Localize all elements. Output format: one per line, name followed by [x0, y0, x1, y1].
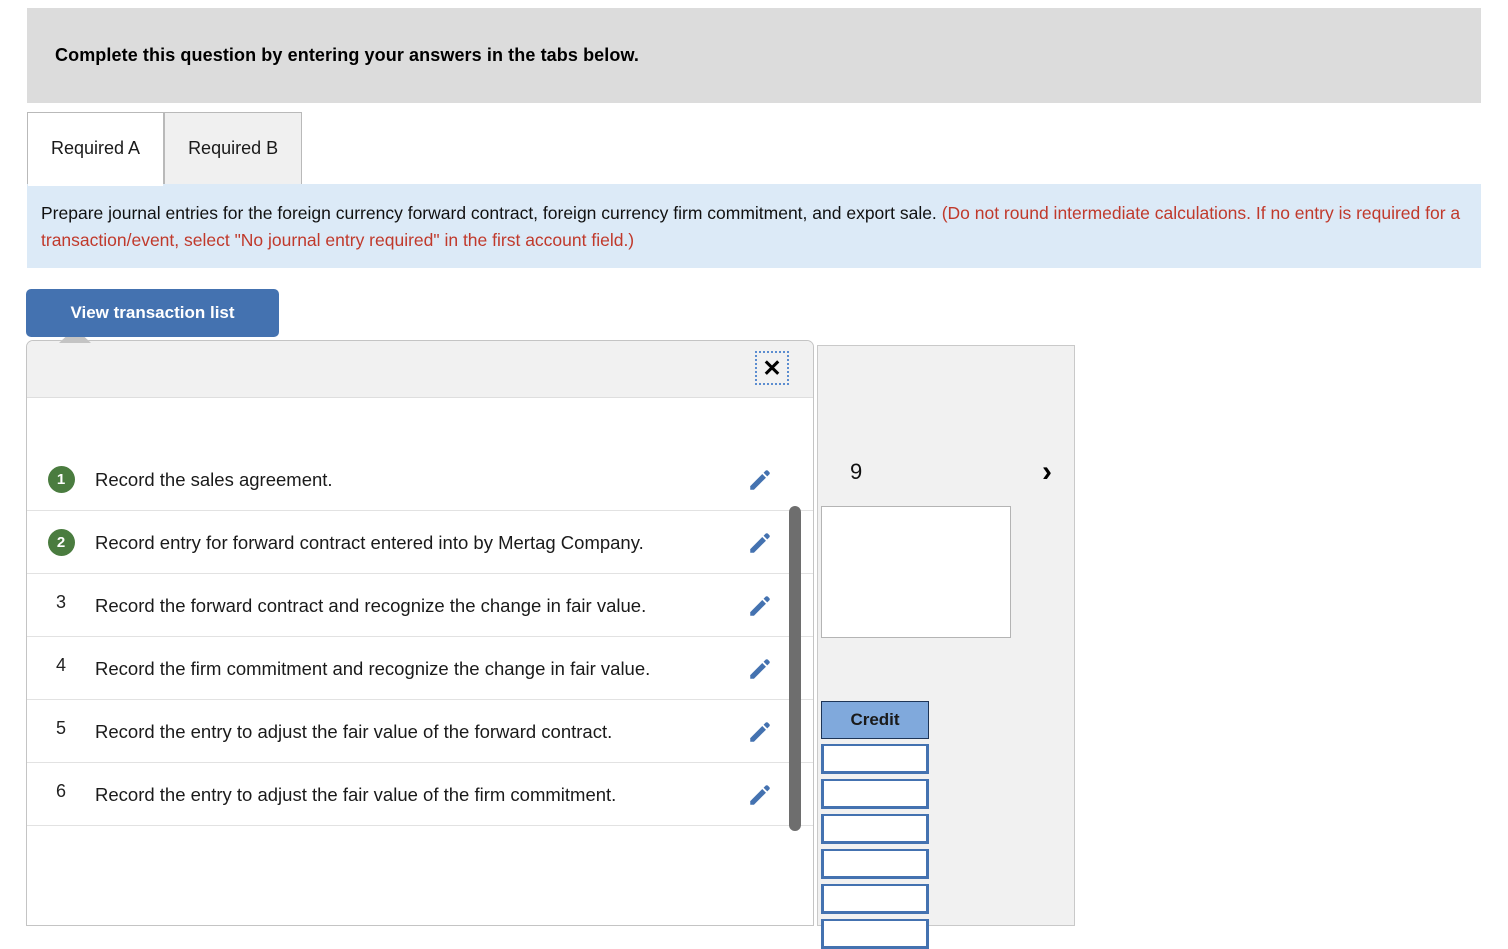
note-textarea[interactable] [821, 506, 1011, 638]
pencil-icon[interactable] [725, 465, 795, 493]
question-banner: Complete this question by entering your … [27, 8, 1481, 103]
tab-required-b-label: Required B [188, 138, 279, 158]
pencil-icon[interactable] [725, 591, 795, 619]
transaction-description: Record the entry to adjust the fair valu… [95, 784, 617, 805]
record-number: 9 [850, 459, 863, 484]
credit-input-cell[interactable] [821, 884, 929, 914]
tab-required-b[interactable]: Required B [164, 112, 303, 184]
pencil-icon[interactable] [725, 780, 795, 808]
transaction-number: 2 [27, 528, 95, 556]
chevron-right-icon[interactable]: › [1042, 457, 1052, 487]
transaction-number: 3 [55, 592, 66, 612]
completed-badge: 2 [47, 529, 75, 556]
list-item[interactable]: 1 Record the sales agreement. [27, 448, 813, 511]
tab-required-a[interactable]: Required A [27, 112, 165, 186]
transaction-list-body: 1 Record the sales agreement. 2 Record e… [27, 398, 813, 925]
transaction-description: Record the sales agreement. [95, 469, 333, 490]
instruction-main: Prepare journal entries for the foreign … [41, 203, 937, 223]
list-item[interactable]: 4 Record the firm commitment and recogni… [27, 637, 813, 700]
credit-column-header: Credit [821, 701, 929, 739]
close-icon[interactable]: ✕ [755, 351, 789, 385]
list-item[interactable]: 2 Record entry for forward contract ente… [27, 511, 813, 574]
credit-input-cell[interactable] [821, 849, 929, 879]
list-item[interactable]: 3 Record the forward contract and recogn… [27, 574, 813, 637]
tab-required-a-label: Required A [51, 138, 141, 158]
credit-input-cell[interactable] [821, 919, 929, 949]
credit-input-cell[interactable] [821, 814, 929, 844]
transaction-description: Record the entry to adjust the fair valu… [95, 721, 613, 742]
transaction-number: 6 [55, 781, 66, 801]
transaction-number: 5 [55, 718, 66, 738]
transaction-description: Record the firm commitment and recognize… [95, 658, 651, 679]
scrollbar-thumb[interactable] [789, 506, 801, 831]
credit-input-cell[interactable] [821, 744, 929, 774]
completed-badge: 1 [47, 466, 75, 493]
pencil-icon[interactable] [725, 528, 795, 556]
journal-entry-panel: 9 › Credit [817, 345, 1075, 949]
transaction-number: 1 [27, 465, 95, 493]
pencil-icon[interactable] [725, 654, 795, 682]
record-pager: 9 › [818, 444, 1074, 500]
list-item[interactable]: 6 Record the entry to adjust the fair va… [27, 763, 813, 826]
pencil-icon[interactable] [725, 717, 795, 745]
transaction-description: Record the forward contract and recogniz… [95, 595, 647, 616]
popup-header: ✕ [27, 341, 813, 398]
credit-column: Credit [821, 701, 929, 949]
transaction-description: Record entry for forward contract entere… [95, 532, 644, 553]
view-transaction-list-button[interactable]: View transaction list [26, 289, 279, 337]
tab-strip: Required A Required B [27, 112, 1481, 186]
instruction-box: Prepare journal entries for the foreign … [27, 184, 1481, 268]
credit-input-cell[interactable] [821, 779, 929, 809]
list-top-spacer [27, 398, 813, 448]
banner-text: Complete this question by entering your … [55, 45, 640, 65]
transaction-list-popup: ✕ 1 Record the sales agreement. 2 Record… [26, 340, 814, 926]
popup-scrollbar[interactable] [789, 398, 803, 925]
list-item[interactable]: 5 Record the entry to adjust the fair va… [27, 700, 813, 763]
transaction-number: 4 [55, 655, 66, 675]
